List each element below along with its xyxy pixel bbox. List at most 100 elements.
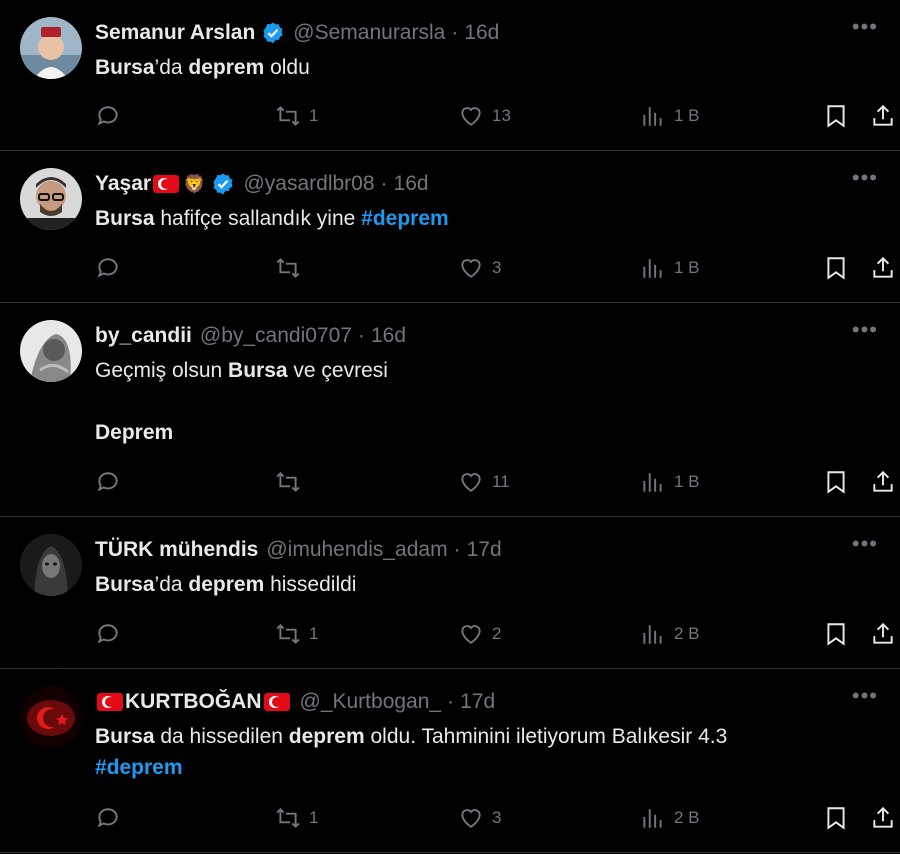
reply-button[interactable]	[95, 805, 129, 831]
timestamp[interactable]: 17d	[467, 538, 502, 562]
retweet-icon	[276, 105, 300, 127]
more-icon[interactable]: •••	[852, 165, 878, 191]
author-handle[interactable]: @by_candi0707	[200, 324, 352, 348]
like-count: 13	[492, 106, 511, 125]
avatar[interactable]	[20, 686, 82, 748]
share-button[interactable]	[870, 255, 900, 281]
share-icon	[873, 470, 893, 492]
keyword-highlight: Bursa	[95, 573, 155, 596]
avatar[interactable]	[20, 168, 82, 230]
like-button[interactable]: 2	[458, 621, 501, 647]
keyword-highlight: Bursa	[95, 207, 155, 230]
retweet-count: 1	[309, 624, 319, 643]
avatar[interactable]	[20, 534, 82, 596]
reply-button[interactable]	[95, 621, 129, 647]
verified-icon	[213, 173, 234, 195]
bookmark-button[interactable]	[823, 103, 857, 129]
keyword-highlight: Deprem	[95, 421, 174, 444]
timestamp[interactable]: 16d	[394, 172, 429, 196]
separator-dot: ·	[380, 172, 388, 195]
bookmark-button[interactable]	[823, 621, 857, 647]
views-icon	[643, 809, 662, 828]
turkey-flag-icon	[97, 693, 123, 711]
views-button[interactable]: 1 B	[640, 255, 700, 281]
view-count: 2 B	[674, 624, 700, 643]
views-button[interactable]: 1 B	[640, 103, 700, 129]
reply-button[interactable]	[95, 469, 129, 495]
bookmark-icon	[827, 623, 845, 646]
like-icon	[461, 473, 481, 492]
reply-icon	[97, 624, 118, 644]
separator-dot: ·	[357, 324, 365, 347]
hashtag-link[interactable]: #deprem	[361, 207, 449, 230]
author-name[interactable]: KURTBOĞAN	[125, 690, 262, 714]
keyword-highlight: Bursa	[228, 359, 288, 382]
author-handle[interactable]: @imuhendis_adam	[266, 538, 447, 562]
more-icon[interactable]: •••	[852, 14, 878, 40]
share-button[interactable]	[870, 469, 900, 495]
keyword-highlight: Bursa	[95, 725, 155, 748]
avatar[interactable]	[20, 320, 82, 382]
text-segment: hissedildi	[264, 573, 357, 596]
text-segment: ’da	[154, 56, 189, 79]
tweet-text: Bursa da hissedilen deprem oldu. Tahmini…	[95, 721, 884, 783]
author-name[interactable]: Semanur Arslan	[95, 21, 255, 45]
tweet[interactable]: Semanur Arslan @Semanurarsla · 16d ••• B…	[0, 0, 900, 151]
more-icon[interactable]: •••	[852, 317, 878, 343]
timestamp[interactable]: 17d	[460, 690, 495, 714]
verified-icon	[263, 22, 283, 44]
turkey-flag-icon	[153, 175, 180, 193]
more-icon[interactable]: •••	[852, 683, 878, 709]
reply-button[interactable]	[95, 255, 129, 281]
timestamp[interactable]: 16d	[371, 324, 406, 348]
views-button[interactable]: 1 B	[640, 469, 700, 495]
author-name[interactable]: Yaşar	[95, 172, 151, 196]
share-button[interactable]	[870, 103, 900, 129]
share-button[interactable]	[870, 805, 900, 831]
keyword-highlight: deprem	[188, 56, 265, 79]
author-name[interactable]: TÜRK mühendis	[95, 538, 258, 562]
author-handle[interactable]: @yasardlbr08	[243, 172, 374, 196]
like-count: 3	[492, 808, 502, 827]
tweet-text: Bursa’da deprem oldu	[95, 52, 884, 83]
reply-icon	[97, 472, 118, 492]
share-button[interactable]	[870, 621, 900, 647]
retweet-button[interactable]	[275, 255, 309, 281]
tweet[interactable]: Yaşar 🦁 @yasardlbr08 · 16d ••• Bursa haf…	[0, 151, 900, 303]
like-button[interactable]: 11	[458, 469, 510, 495]
retweet-icon	[276, 257, 300, 279]
retweet-button[interactable]: 1	[275, 621, 318, 647]
like-button[interactable]: 3	[458, 255, 501, 281]
timestamp[interactable]: 16d	[464, 21, 499, 45]
reply-icon	[97, 258, 118, 278]
tweet[interactable]: TÜRK mühendis @imuhendis_adam · 17d ••• …	[0, 517, 900, 669]
tweet-text: Geçmiş olsun Bursa ve çevresi Deprem	[95, 355, 884, 448]
like-icon	[461, 107, 481, 126]
hashtag-link[interactable]: #deprem	[95, 756, 183, 779]
bookmark-button[interactable]	[823, 255, 857, 281]
reply-button[interactable]	[95, 103, 129, 129]
views-button[interactable]: 2 B	[640, 805, 700, 831]
retweet-button[interactable]: 1	[275, 103, 318, 129]
author-handle[interactable]: @Semanurarsla	[293, 21, 445, 45]
text-segment: oldu. Tahminini iletiyorum Balıkesir 4.3	[370, 725, 728, 748]
views-button[interactable]: 2 B	[640, 621, 700, 647]
avatar[interactable]	[20, 17, 82, 79]
retweet-button[interactable]: 1	[275, 805, 318, 831]
more-icon[interactable]: •••	[852, 531, 878, 557]
views-icon	[643, 107, 662, 126]
bookmark-button[interactable]	[823, 805, 857, 831]
text-segment: oldu	[264, 56, 310, 79]
share-icon	[873, 104, 893, 126]
retweet-button[interactable]	[275, 469, 309, 495]
view-count: 1 B	[674, 106, 700, 125]
separator-dot: ·	[447, 690, 455, 713]
bookmark-button[interactable]	[823, 469, 857, 495]
tweet[interactable]: KURTBOĞAN @_Kurtbogan_ · 17d ••• Bursa d…	[0, 669, 900, 853]
tweet[interactable]: by_candii @by_candi0707 · 16d ••• Geçmiş…	[0, 303, 900, 517]
author-name[interactable]: by_candii	[95, 324, 192, 348]
like-button[interactable]: 13	[458, 103, 511, 129]
author-handle[interactable]: @_Kurtbogan_	[300, 690, 442, 714]
like-button[interactable]: 3	[458, 805, 501, 831]
views-icon	[643, 259, 662, 278]
